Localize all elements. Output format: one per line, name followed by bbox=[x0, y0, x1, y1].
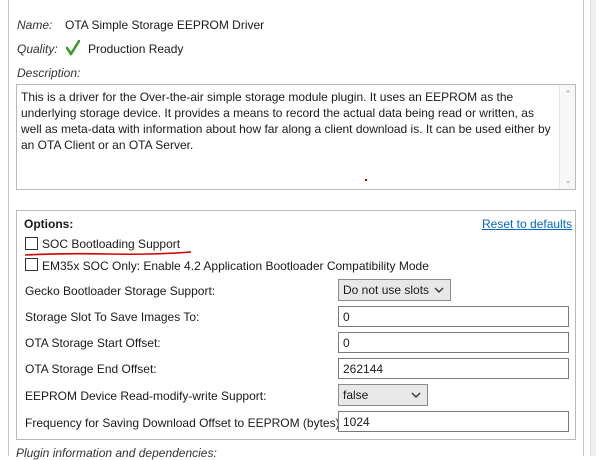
gecko-storage-label: Gecko Bootloader Storage Support: bbox=[25, 284, 216, 298]
storage-slot-label: Storage Slot To Save Images To: bbox=[25, 310, 200, 324]
quality-value: Production Ready bbox=[88, 42, 184, 56]
reset-to-defaults-link[interactable]: Reset to defaults bbox=[482, 217, 572, 231]
name-label: Name: bbox=[17, 18, 53, 32]
em35x-compat-label: EM35x SOC Only: Enable 4.2 Application B… bbox=[42, 259, 429, 273]
gecko-storage-value: Do not use slots bbox=[343, 283, 430, 297]
save-frequency-value: 1024 bbox=[343, 415, 370, 429]
chevron-down-icon bbox=[434, 287, 444, 293]
red-dot-mark bbox=[365, 179, 367, 181]
description-textarea[interactable]: This is a driver for the Over-the-air si… bbox=[16, 84, 576, 190]
rmw-support-label: EEPROM Device Read-modify-write Support: bbox=[25, 389, 267, 403]
description-scrollbar[interactable]: ⌃ ⌄ bbox=[559, 85, 575, 189]
gecko-storage-select[interactable]: Do not use slots bbox=[338, 279, 451, 301]
quality-label: Quality: bbox=[17, 42, 58, 56]
options-title: Options: bbox=[24, 217, 74, 231]
soc-bootloading-checkbox[interactable] bbox=[25, 237, 38, 250]
description-label: Description: bbox=[17, 66, 81, 80]
end-offset-value: 262144 bbox=[343, 362, 384, 376]
storage-slot-input[interactable]: 0 bbox=[338, 306, 569, 327]
start-offset-value: 0 bbox=[343, 336, 350, 350]
storage-slot-value: 0 bbox=[343, 310, 350, 324]
outer-scrollbar[interactable] bbox=[590, 0, 596, 456]
end-offset-input[interactable]: 262144 bbox=[338, 358, 569, 379]
soc-bootloading-label: SOC Bootloading Support bbox=[42, 237, 181, 251]
red-underline-annotation bbox=[24, 251, 192, 256]
rmw-support-select[interactable]: false bbox=[338, 384, 428, 406]
plugin-name: OTA Simple Storage EEPROM Driver bbox=[65, 18, 265, 32]
save-frequency-input[interactable]: 1024 bbox=[338, 411, 569, 432]
em35x-compat-checkbox[interactable] bbox=[25, 258, 38, 271]
scroll-up-icon[interactable]: ⌃ bbox=[563, 89, 573, 99]
rmw-support-value: false bbox=[343, 388, 369, 402]
start-offset-input[interactable]: 0 bbox=[338, 332, 569, 353]
chevron-down-icon bbox=[411, 392, 421, 398]
end-offset-label: OTA Storage End Offset: bbox=[25, 362, 157, 376]
scroll-down-icon[interactable]: ⌄ bbox=[563, 175, 573, 185]
plugin-info-label: Plugin information and dependencies: bbox=[16, 446, 217, 460]
checkmark-icon bbox=[65, 39, 81, 56]
start-offset-label: OTA Storage Start Offset: bbox=[25, 336, 161, 350]
description-text: This is a driver for the Over-the-air si… bbox=[21, 90, 551, 152]
save-frequency-label: Frequency for Saving Download Offset to … bbox=[25, 416, 343, 430]
